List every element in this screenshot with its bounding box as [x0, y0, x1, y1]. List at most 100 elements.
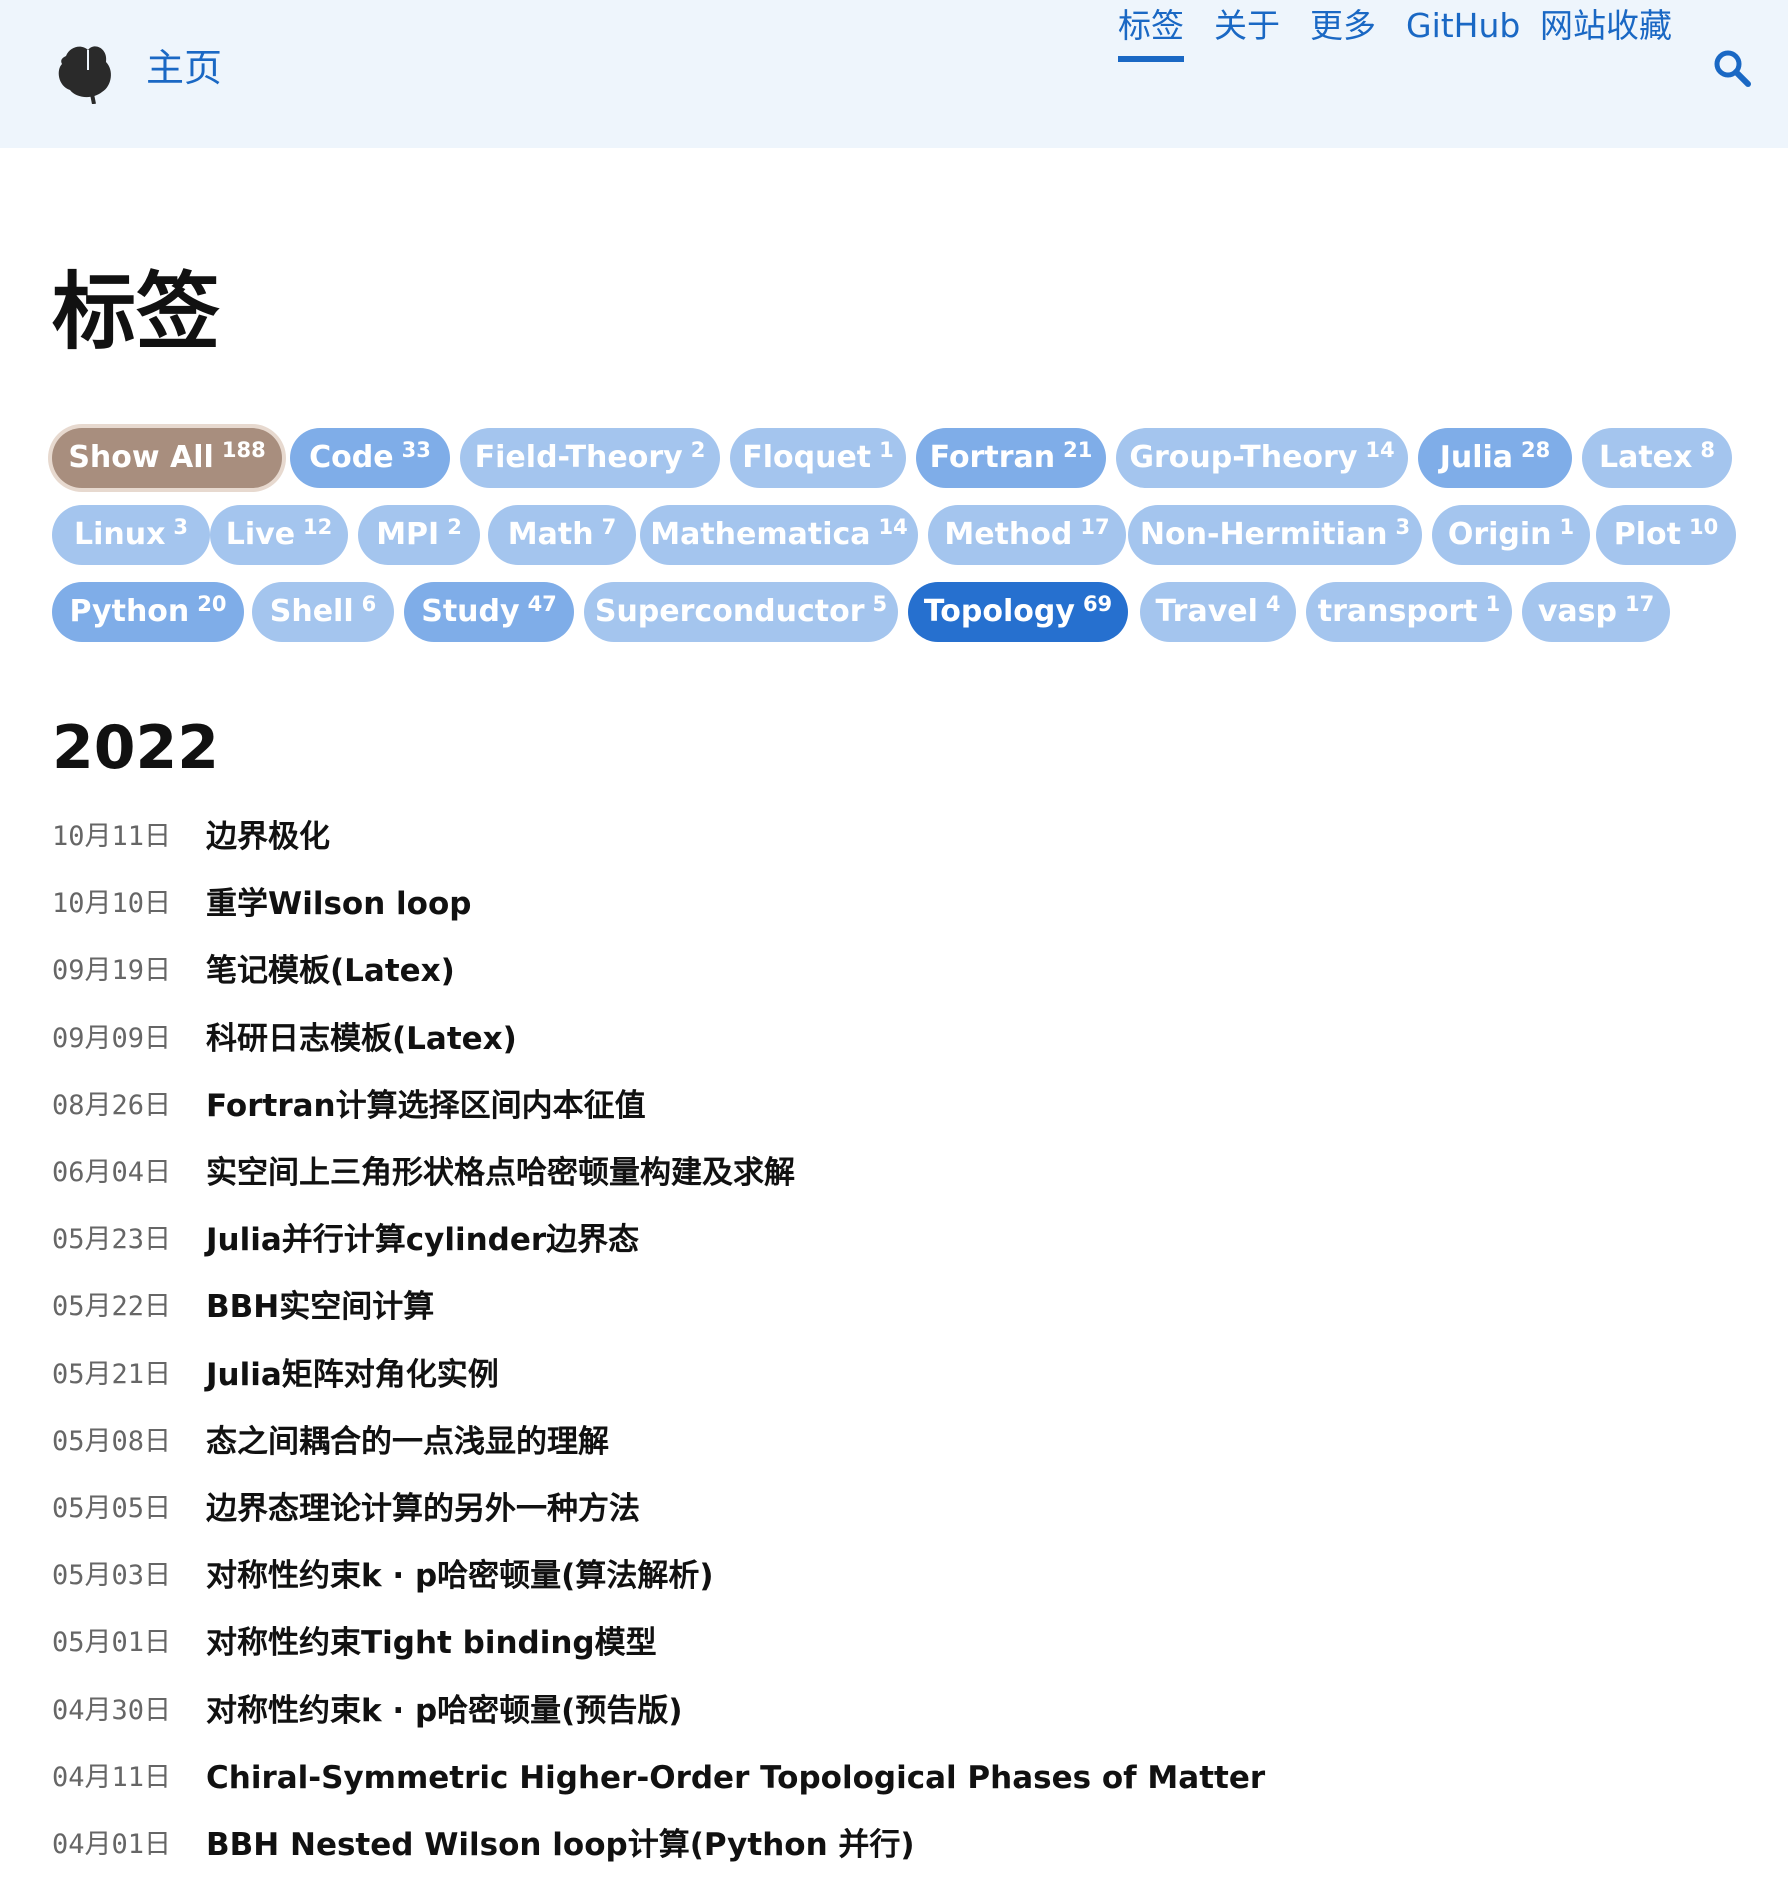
- tag-label: vasp: [1537, 594, 1617, 629]
- tag-count: 1: [879, 438, 894, 462]
- tag-live[interactable]: Live 12: [210, 505, 348, 565]
- tag-math[interactable]: Math 7: [488, 505, 636, 565]
- tag-label: Shell: [269, 594, 354, 629]
- post-title-link[interactable]: 笔记模板(Latex): [206, 946, 455, 996]
- tag-superconductor[interactable]: Superconductor 5: [584, 582, 898, 642]
- post-item: 05月22日 BBH实空间计算: [52, 1282, 1752, 1332]
- tag-label: MPI: [376, 517, 440, 552]
- post-title-link[interactable]: 态之间耦合的一点浅显的理解: [206, 1417, 609, 1467]
- year-heading: 2022: [52, 713, 219, 783]
- tag-count: 47: [527, 592, 557, 616]
- tag-label: Latex: [1598, 440, 1693, 475]
- tag-count: 3: [1395, 515, 1411, 539]
- post-title-link[interactable]: BBH实空间计算: [206, 1282, 434, 1332]
- post-title-link[interactable]: 实空间上三角形状格点哈密顿量构建及求解: [206, 1148, 795, 1198]
- tag-shell[interactable]: Shell 6: [252, 582, 394, 642]
- nav-github[interactable]: GitHub: [1406, 0, 1520, 52]
- post-date: 09月19日: [52, 955, 172, 987]
- tag-count: 20: [197, 592, 227, 616]
- tag-origin[interactable]: Origin 1: [1432, 505, 1590, 565]
- post-item: 04月30日 对称性约束k · p哈密顿量(预告版): [52, 1686, 1752, 1736]
- tag-floquet[interactable]: Floquet 1: [730, 428, 906, 488]
- post-date: 05月08日: [52, 1425, 172, 1457]
- post-title-link[interactable]: 对称性约束k · p哈密顿量(算法解析): [206, 1551, 714, 1601]
- site-header: 主页 标签 关于 更多 GitHub 网站收藏: [0, 0, 1788, 148]
- post-item: 05月08日 态之间耦合的一点浅显的理解: [52, 1417, 1752, 1467]
- post-title-link[interactable]: Julia矩阵对角化实例: [206, 1350, 499, 1400]
- tag-count: 14: [878, 515, 908, 539]
- tag-count: 17: [1080, 515, 1110, 539]
- tag-topology[interactable]: Topology 69: [908, 582, 1128, 642]
- nav-more[interactable]: 更多: [1310, 0, 1376, 52]
- post-item: 04月11日 Chiral-Symmetric Higher-Order Topo…: [52, 1753, 1752, 1803]
- tag-group-theory[interactable]: Group-Theory 14: [1116, 428, 1408, 488]
- post-title-link[interactable]: 重学Wilson loop: [206, 879, 471, 929]
- tag-count: 188: [221, 438, 266, 462]
- post-title-link[interactable]: 对称性约束k · p哈密顿量(预告版): [206, 1686, 683, 1736]
- nav-tags[interactable]: 标签: [1118, 0, 1184, 62]
- post-date: 05月01日: [52, 1627, 172, 1659]
- tag-count: 28: [1521, 438, 1551, 462]
- tag-count: 21: [1063, 438, 1093, 462]
- post-item: 09月09日 科研日志模板(Latex): [52, 1014, 1752, 1064]
- tag-non-hermitian[interactable]: Non-Hermitian 3: [1128, 505, 1422, 565]
- tag-count: 14: [1365, 438, 1395, 462]
- tag-label: Mathematica: [650, 517, 871, 552]
- nav-about[interactable]: 关于: [1214, 0, 1280, 52]
- tag-show-all[interactable]: Show All 188: [52, 428, 282, 488]
- tag-mpi[interactable]: MPI 2: [358, 505, 480, 565]
- post-title-link[interactable]: Fortran计算选择区间内本征值: [206, 1081, 646, 1131]
- tag-fortran[interactable]: Fortran 21: [916, 428, 1106, 488]
- tag-label: Fortran: [929, 440, 1056, 475]
- tag-code[interactable]: Code 33: [290, 428, 450, 488]
- post-item: 08月26日 Fortran计算选择区间内本征值: [52, 1081, 1752, 1131]
- post-title-link[interactable]: Julia并行计算cylinder边界态: [206, 1215, 639, 1265]
- post-title-link[interactable]: 边界态理论计算的另外一种方法: [206, 1484, 640, 1534]
- tag-transport[interactable]: transport 1: [1306, 582, 1512, 642]
- tag-label: Math: [507, 517, 594, 552]
- tag-label: transport: [1317, 594, 1478, 629]
- tag-linux[interactable]: Linux 3: [52, 505, 210, 565]
- nav-bookmarks[interactable]: 网站收藏: [1540, 0, 1672, 52]
- tag-field-theory[interactable]: Field-Theory 2: [460, 428, 720, 488]
- post-title-link[interactable]: Chiral-Symmetric Higher-Order Topologica…: [206, 1753, 1265, 1803]
- post-date: 10月10日: [52, 888, 172, 920]
- page-title: 标签: [52, 263, 221, 361]
- tag-label: Topology: [923, 594, 1075, 629]
- tag-mathematica[interactable]: Mathematica 14: [640, 505, 918, 565]
- post-title-link[interactable]: 科研日志模板(Latex): [206, 1014, 517, 1064]
- post-item: 05月21日 Julia矩阵对角化实例: [52, 1350, 1752, 1400]
- post-item: 09月19日 笔记模板(Latex): [52, 946, 1752, 996]
- tag-label: Travel: [1155, 594, 1258, 629]
- ginkgo-leaf-icon[interactable]: [52, 40, 116, 104]
- tag-count: 5: [872, 592, 888, 616]
- post-title-link[interactable]: 对称性约束Tight binding模型: [206, 1618, 657, 1668]
- post-item: 05月01日 对称性约束Tight binding模型: [52, 1618, 1752, 1668]
- tag-count: 2: [447, 515, 462, 539]
- tag-label: Non-Hermitian: [1139, 517, 1388, 552]
- tag-count: 1: [1485, 592, 1501, 616]
- search-icon[interactable]: [1712, 48, 1752, 88]
- home-link[interactable]: 主页: [146, 42, 222, 94]
- tag-python[interactable]: Python 20: [52, 582, 244, 642]
- post-date: 04月11日: [52, 1761, 172, 1793]
- tag-label: Live: [225, 517, 296, 552]
- post-title-link[interactable]: BBH Nested Wilson loop计算(Python 并行): [206, 1820, 915, 1870]
- tag-travel[interactable]: Travel 4: [1140, 582, 1296, 642]
- tag-count: 7: [601, 515, 617, 539]
- tag-label: Plot: [1613, 517, 1681, 552]
- tag-label: Method: [944, 517, 1073, 552]
- post-date: 05月22日: [52, 1291, 172, 1323]
- tag-julia[interactable]: Julia 28: [1418, 428, 1572, 488]
- tag-study[interactable]: Study 47: [404, 582, 574, 642]
- post-date: 09月09日: [52, 1022, 172, 1054]
- tag-plot[interactable]: Plot 10: [1596, 505, 1736, 565]
- tag-vasp[interactable]: vasp 17: [1522, 582, 1670, 642]
- tag-label: Julia: [1439, 440, 1514, 475]
- post-item: 06月04日 实空间上三角形状格点哈密顿量构建及求解: [52, 1148, 1752, 1198]
- tag-count: 12: [303, 515, 333, 539]
- tag-method[interactable]: Method 17: [928, 505, 1126, 565]
- tag-latex[interactable]: Latex 8: [1582, 428, 1732, 488]
- post-title-link[interactable]: 边界极化: [206, 812, 330, 862]
- post-date: 05月23日: [52, 1224, 172, 1256]
